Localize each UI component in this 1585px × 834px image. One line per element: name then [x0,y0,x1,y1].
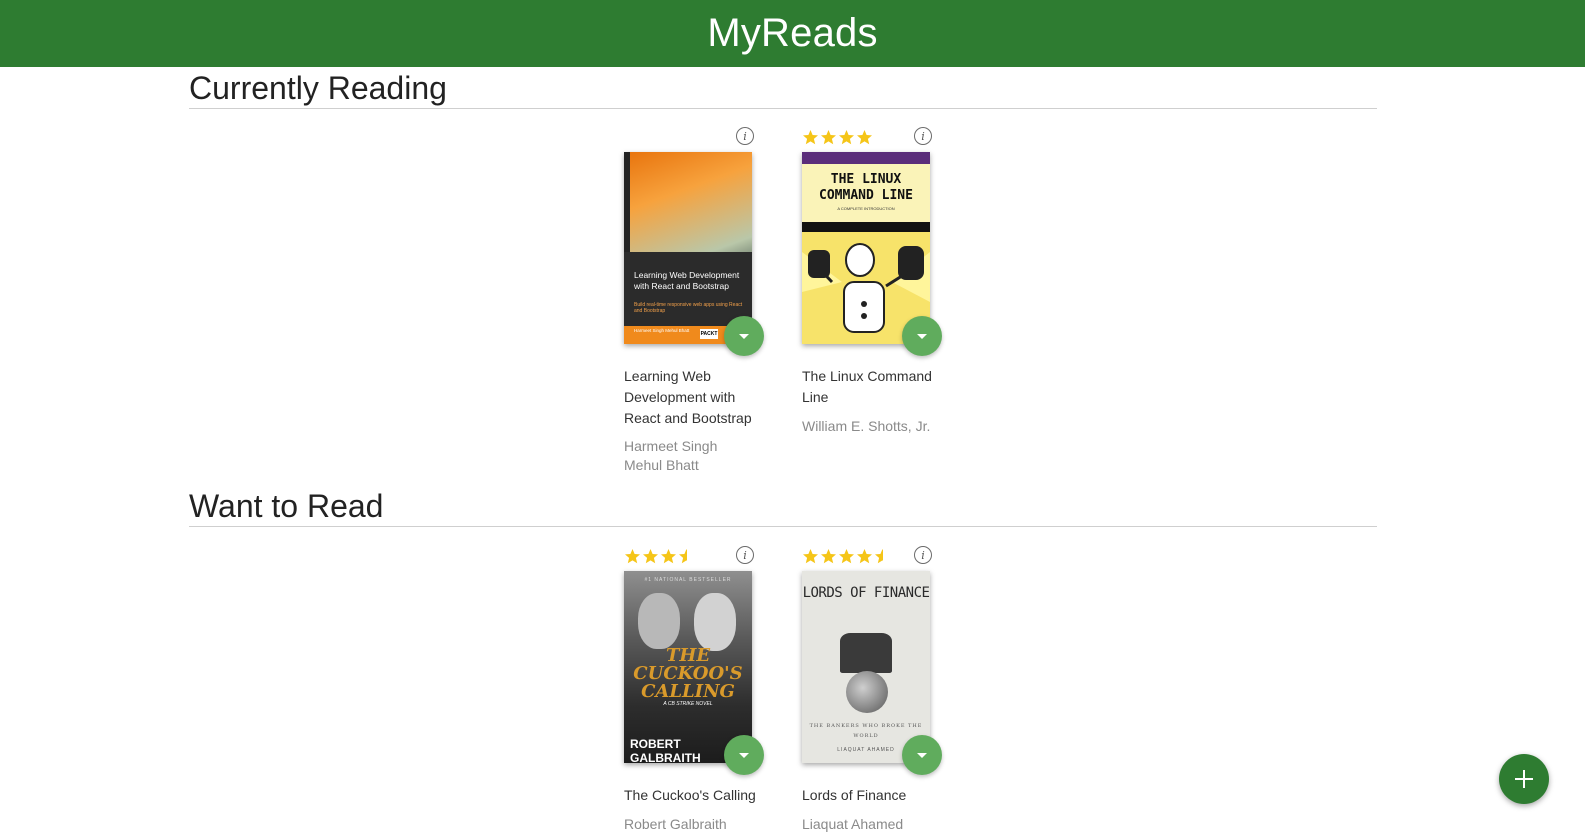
book-rating [802,548,891,565]
star-icon [856,129,873,146]
info-icon[interactable]: i [736,546,754,564]
cover-author-bar [802,222,930,232]
add-book-button[interactable] [1499,754,1549,804]
chevron-down-icon [739,752,749,758]
star-half-icon [678,548,695,565]
book-cover[interactable]: THE LINUX COMMAND LINE A COMPLETE INTROD… [802,152,930,344]
book-author: Mehul Bhatt [624,457,699,473]
star-icon [802,548,819,565]
app-title: MyReads [707,11,878,55]
star-icon [838,548,855,565]
shelf-changer-button[interactable] [902,735,942,775]
publisher-logo: PACKT [700,329,718,339]
cover-subtitle: A COMPLETE INTRODUCTION [837,206,895,211]
cover-subtitle: Build real-time responsive web apps usin… [634,302,743,314]
book-rating [802,129,873,146]
book-title: Learning Web Development with React and … [624,368,752,426]
cover-globe [846,671,888,713]
cover-authors: Harmeet Singh Mehul Bhatt [634,328,690,333]
cover-band [802,152,930,164]
cover-series: A CB STRIKE NOVEL [663,701,713,707]
shelf-changer-button[interactable] [902,316,942,356]
book-author: Liaquat Ahamed [802,816,904,832]
book-authors: Harmeet Singh Mehul Bhatt [624,437,764,475]
star-icon [820,548,837,565]
cover-title: THE LINUX COMMAND LINE [819,172,913,203]
book-author: William E. Shotts, Jr. [802,418,931,434]
book-cover[interactable]: #1 NATIONAL BESTSELLER THE CUCKOO'S CALL… [624,571,752,763]
star-icon [856,548,873,565]
book-cover[interactable]: Learning Web Development with React and … [624,152,752,344]
shelf-changer-button[interactable] [724,316,764,356]
book-author: Robert Galbraith [624,816,727,832]
star-half-icon [874,548,891,565]
info-icon[interactable]: i [914,546,932,564]
shelf-title-currently-reading: Currently Reading [189,68,1377,109]
book-author: Harmeet Singh [624,438,718,454]
star-icon [838,129,855,146]
shelf-title-want-to-read: Want to Read [189,486,1377,527]
star-icon [820,129,837,146]
cover-portrait [638,593,680,649]
star-icon [624,548,641,565]
cover-title: THE CUCKOO'S CALLING [633,645,743,702]
cover-title: LORDS OF FINANCE [802,585,930,601]
cover-figures [840,633,892,673]
book-authors: William E. Shotts, Jr. [802,417,942,436]
star-icon [660,548,677,565]
book-title: Lords of Finance [802,787,907,803]
info-icon[interactable]: i [736,127,754,145]
chevron-down-icon [739,333,749,339]
star-icon [802,129,819,146]
book-title: The Cuckoo's Calling [624,787,756,803]
shelf-changer-button[interactable] [724,735,764,775]
cover-portrait [694,593,736,651]
chevron-down-icon [917,752,927,758]
book-rating [624,548,695,565]
cover-tagline: #1 NATIONAL BESTSELLER [644,577,732,583]
info-icon[interactable]: i [914,127,932,145]
book-cover[interactable]: LORDS OF FINANCE THE BANKERS WHO BROKE T… [802,571,930,763]
book-authors: Liaquat Ahamed [802,815,942,834]
book-title: The Linux Command Line [802,368,932,405]
book-authors: Robert Galbraith [624,815,764,834]
star-icon [642,548,659,565]
app-header: MyReads [0,0,1585,67]
chevron-down-icon [917,333,927,339]
cover-title: Learning Web Development with React and … [634,270,740,291]
plus-icon [1515,770,1533,788]
